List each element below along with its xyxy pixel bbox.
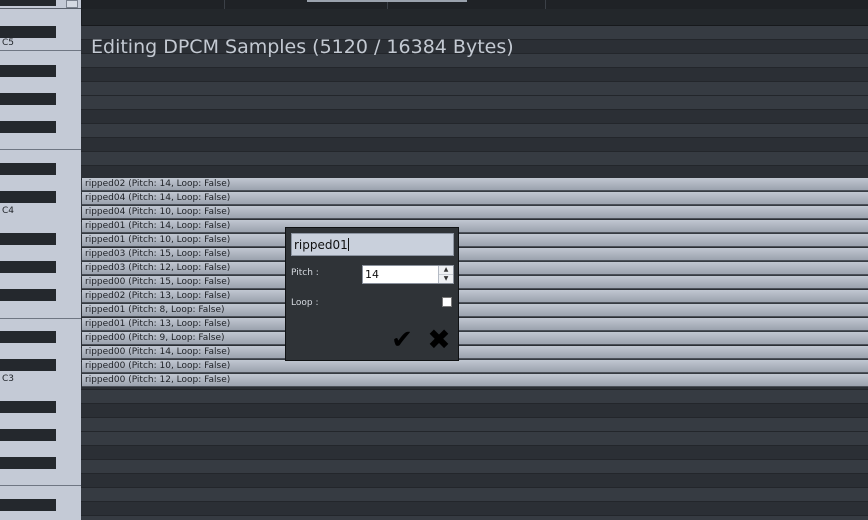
sample-name-input[interactable]: ripped01 — [291, 233, 454, 256]
sample-row[interactable]: ripped01 (Pitch: 8, Loop: False) — [82, 304, 868, 317]
grid-row — [81, 418, 868, 432]
black-key[interactable] — [0, 0, 56, 6]
black-key[interactable] — [0, 401, 56, 413]
page-title: Editing DPCM Samples (5120 / 16384 Bytes… — [91, 36, 514, 58]
grid-row — [81, 138, 868, 152]
header-strip — [81, 0, 868, 9]
grid-row — [81, 432, 868, 446]
sample-row[interactable]: ripped03 (Pitch: 12, Loop: False) — [82, 262, 868, 275]
header-segment — [81, 0, 225, 9]
black-key[interactable] — [0, 191, 56, 203]
grid-row — [81, 390, 868, 404]
sample-row[interactable]: ripped00 (Pitch: 9, Loop: False) — [82, 332, 868, 345]
sample-row[interactable]: ripped00 (Pitch: 12, Loop: False) — [82, 374, 868, 387]
cancel-button[interactable]: ✖ — [425, 326, 453, 354]
black-key[interactable] — [0, 163, 56, 175]
grid-row — [81, 110, 868, 124]
spin-down-icon[interactable]: ▼ — [439, 275, 453, 283]
octave-divider — [0, 318, 81, 319]
grid-row — [81, 446, 868, 460]
piano-keyboard[interactable]: C5 C4 C3 — [0, 0, 82, 520]
black-key[interactable] — [0, 289, 56, 301]
x-icon: ✖ — [427, 323, 451, 356]
grid-row — [81, 474, 868, 488]
header-active-indicator — [307, 0, 467, 2]
sample-row[interactable]: ripped00 (Pitch: 15, Loop: False) — [82, 276, 868, 289]
octave-label: C3 — [2, 374, 15, 384]
sample-row[interactable]: ripped02 (Pitch: 13, Loop: False) — [82, 290, 868, 303]
black-key[interactable] — [0, 121, 56, 133]
sample-row[interactable]: ripped00 (Pitch: 14, Loop: False) — [82, 346, 868, 359]
spin-up-icon[interactable]: ▲ — [439, 266, 453, 275]
grid-row — [81, 488, 868, 502]
grid-row — [81, 124, 868, 138]
checkmark-icon: ✔ — [391, 325, 413, 355]
sample-row[interactable]: ripped04 (Pitch: 14, Loop: False) — [82, 192, 868, 205]
grid-row — [81, 68, 868, 82]
octave-divider — [0, 50, 81, 51]
black-key[interactable] — [0, 499, 56, 511]
grid-row — [81, 82, 868, 96]
black-key[interactable] — [0, 457, 56, 469]
grid-row — [81, 516, 868, 520]
black-key[interactable] — [0, 359, 56, 371]
sample-row[interactable]: ripped01 (Pitch: 14, Loop: False) — [82, 220, 868, 233]
grid-row — [81, 460, 868, 474]
pitch-stepper[interactable]: 14 ▲ ▼ — [362, 265, 454, 284]
black-key[interactable] — [0, 233, 56, 245]
pitch-label: Pitch : — [291, 268, 319, 278]
sample-row[interactable]: ripped01 (Pitch: 13, Loop: False) — [82, 318, 868, 331]
loop-checkbox[interactable] — [442, 297, 452, 307]
sample-name-value: ripped01 — [294, 238, 348, 252]
black-key[interactable] — [0, 331, 56, 343]
black-key[interactable] — [0, 261, 56, 273]
sample-row[interactable]: ripped01 (Pitch: 10, Loop: False) — [82, 234, 868, 247]
black-key[interactable] — [0, 26, 56, 38]
sample-properties-dialog: ripped01 Pitch : 14 ▲ ▼ Loop : ✔ ✖ — [285, 227, 459, 361]
sample-row[interactable]: ripped03 (Pitch: 15, Loop: False) — [82, 248, 868, 261]
black-key[interactable] — [0, 93, 56, 105]
grid-row — [81, 404, 868, 418]
header-substrip — [81, 9, 868, 26]
pitch-spin-buttons: ▲ ▼ — [438, 266, 453, 283]
loop-label: Loop : — [291, 298, 319, 308]
black-key[interactable] — [0, 429, 56, 441]
octave-divider — [0, 485, 81, 486]
octave-divider — [0, 149, 81, 150]
black-key[interactable] — [0, 65, 56, 77]
sample-row[interactable]: ripped00 (Pitch: 10, Loop: False) — [82, 360, 868, 373]
pitch-value: 14 — [365, 268, 379, 281]
octave-label: C5 — [2, 38, 15, 48]
octave-label: C4 — [2, 206, 15, 216]
scroll-corner-icon[interactable] — [66, 0, 78, 8]
grid-row — [81, 502, 868, 516]
sample-row[interactable]: ripped02 (Pitch: 14, Loop: False) — [82, 178, 868, 191]
text-caret — [347, 238, 349, 251]
confirm-button[interactable]: ✔ — [388, 327, 416, 353]
grid-row — [81, 96, 868, 110]
grid-row — [81, 152, 868, 166]
sample-row[interactable]: ripped04 (Pitch: 10, Loop: False) — [82, 206, 868, 219]
